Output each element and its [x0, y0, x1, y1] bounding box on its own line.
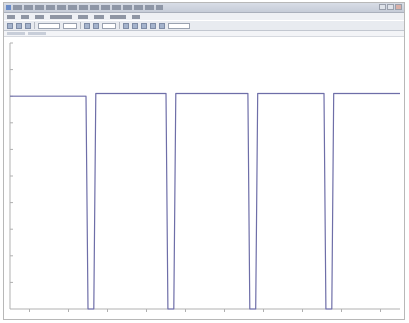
window-title — [13, 5, 163, 10]
menu-item-instrument[interactable] — [50, 14, 72, 19]
timebase-field[interactable] — [38, 22, 60, 29]
toolbar-separator — [34, 22, 35, 29]
toolbar-separator — [80, 22, 81, 29]
maximize-icon[interactable] — [387, 4, 394, 10]
menu-item-tools[interactable] — [94, 14, 104, 19]
print-icon[interactable] — [25, 22, 31, 29]
plot-area[interactable] — [4, 37, 404, 319]
title-bar[interactable] — [4, 3, 404, 13]
cursor-icon[interactable] — [123, 22, 129, 29]
waveform-trace — [10, 92, 400, 310]
trigger-field[interactable] — [102, 22, 116, 29]
zoom-out-icon[interactable] — [93, 22, 99, 29]
close-icon[interactable] — [395, 4, 402, 10]
menu-item-edit[interactable] — [21, 14, 29, 19]
channel-field[interactable] — [168, 22, 190, 29]
measure-icon[interactable] — [132, 22, 138, 29]
tab-channel-a[interactable] — [7, 32, 25, 35]
menu-item-window[interactable] — [110, 14, 126, 19]
menu-item-help[interactable] — [132, 14, 140, 19]
save-icon[interactable] — [16, 22, 22, 29]
waveform-chart[interactable] — [4, 37, 404, 319]
settings-icon[interactable] — [159, 22, 165, 29]
toolbar-separator — [119, 22, 120, 29]
stop-icon[interactable] — [150, 22, 156, 29]
menu-item-file[interactable] — [7, 14, 15, 19]
open-icon[interactable] — [7, 22, 13, 29]
minimize-icon[interactable] — [379, 4, 386, 10]
toolbar — [4, 21, 404, 31]
window-controls — [379, 4, 402, 10]
menu-item-view[interactable] — [35, 14, 44, 19]
zoom-in-icon[interactable] — [84, 22, 90, 29]
app-icon — [6, 5, 11, 10]
run-icon[interactable] — [141, 22, 147, 29]
menu-bar — [4, 13, 404, 20]
scope-window — [3, 2, 405, 320]
tab-channel-b[interactable] — [28, 32, 46, 35]
menu-item-trace[interactable] — [78, 14, 88, 19]
volts-field[interactable] — [63, 22, 77, 29]
